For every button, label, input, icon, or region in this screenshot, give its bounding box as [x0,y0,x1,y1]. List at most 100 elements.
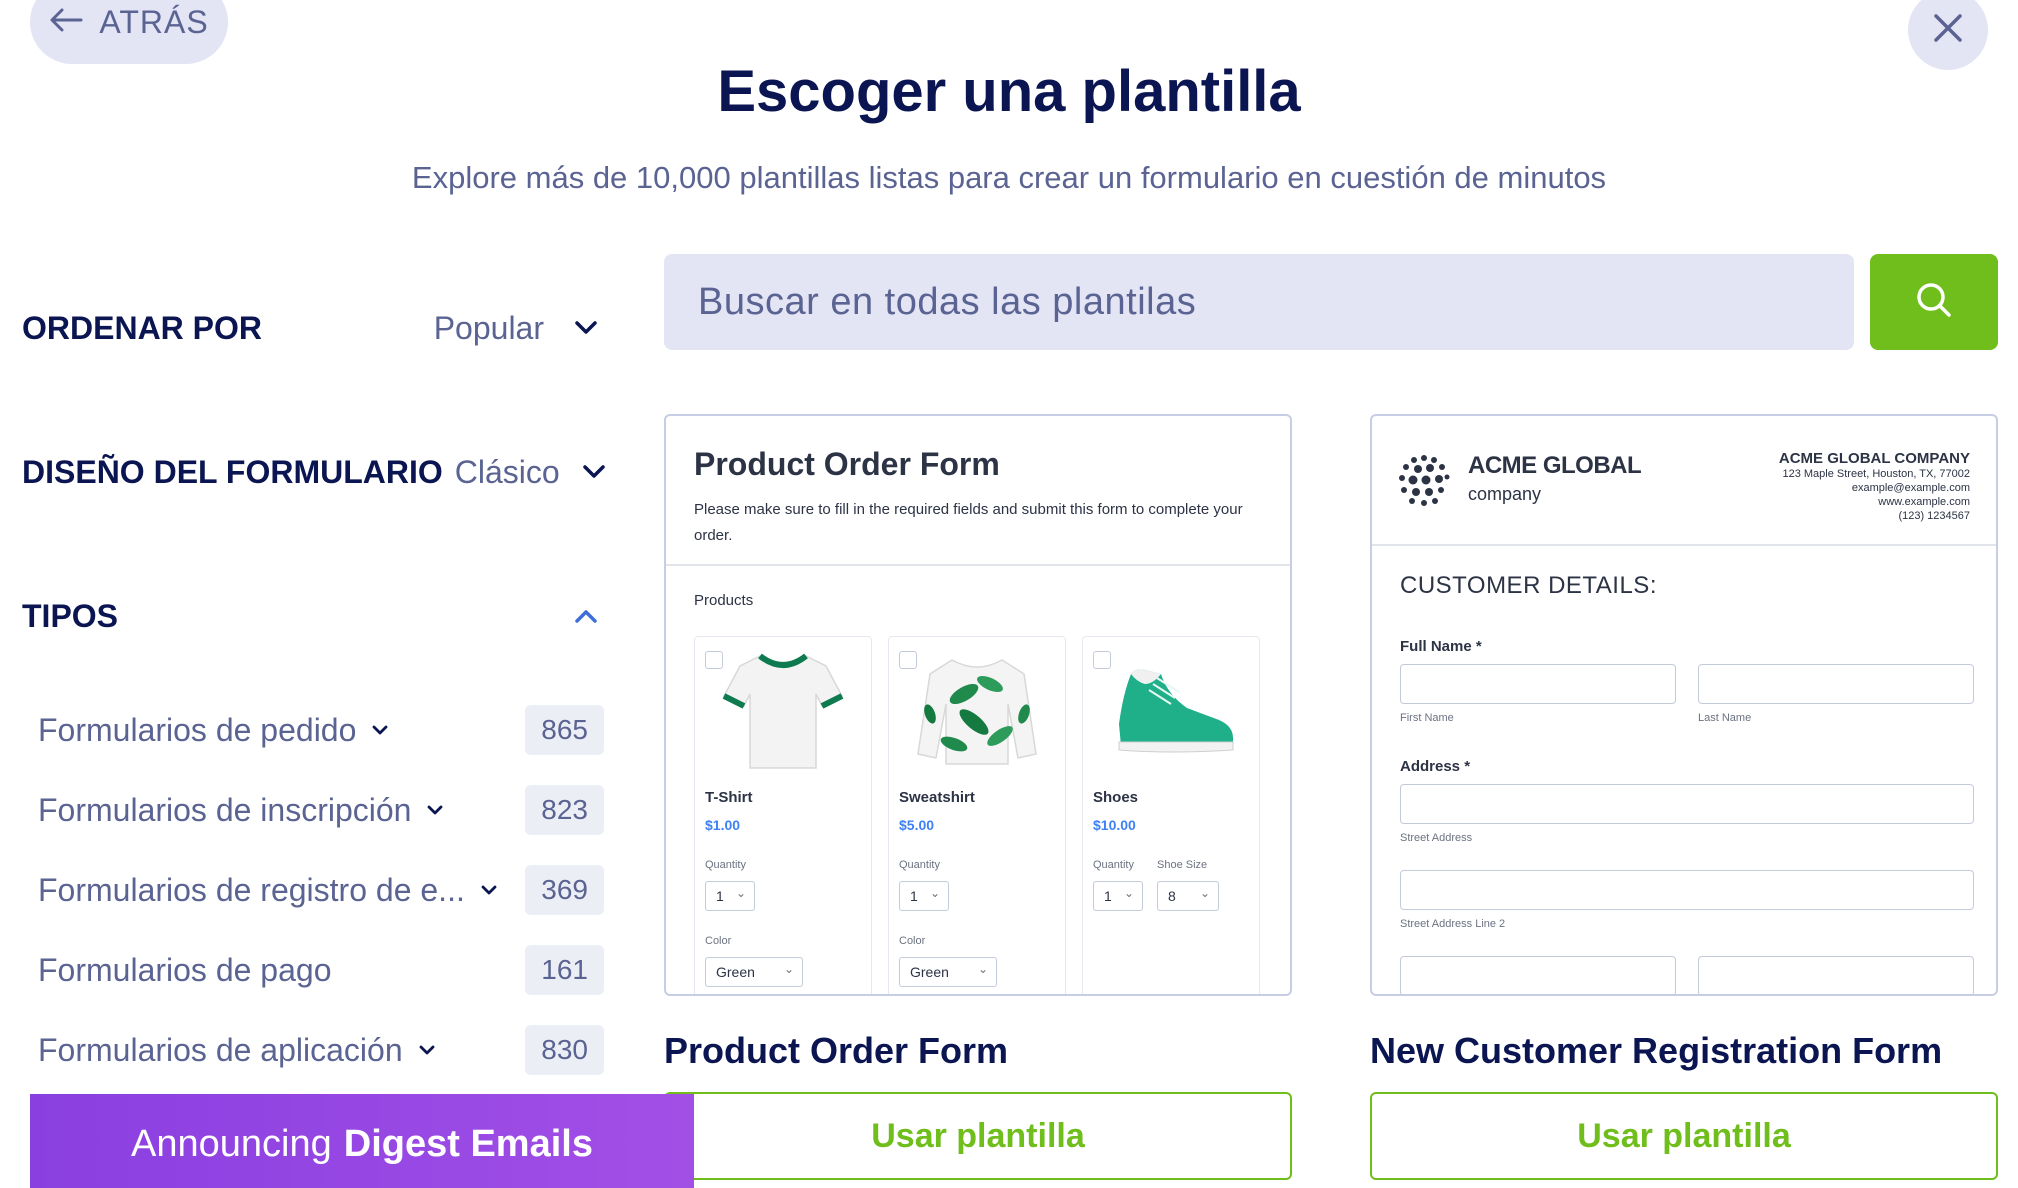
use-template-button[interactable]: Usar plantilla [1370,1092,1998,1180]
preview-description: Please make sure to fill in the required… [694,501,1243,544]
quantity-select: 1 ⌄ [1093,881,1143,911]
size-select: 8 ⌄ [1157,881,1219,911]
size-value: 8 [1168,888,1176,904]
product-name: Shoes [1093,789,1139,806]
search-button[interactable] [1870,254,1998,350]
types-filter[interactable]: TIPOS [22,586,606,646]
quantity-select: 1 ⌄ [705,881,755,911]
chevron-down-icon: ⌄ [977,962,988,976]
street-address-field [1400,784,1974,824]
section-heading: CUSTOMER DETAILS: [1400,572,1657,599]
chevron-down-icon [582,452,606,492]
type-item-inscripcion[interactable]: Formularios de inscripción 823 [38,784,604,836]
product-name: T-Shirt [705,789,753,806]
company-name: ACME GLOBAL COMPANY [1778,450,1970,467]
search-icon [1914,280,1954,325]
preview-title: Product Order Form [694,446,1000,482]
type-count: 823 [525,785,604,835]
company-phone: (123) 1234567 [1898,510,1970,522]
template-preview-customer-registration[interactable]: ACME GLOBAL company ACME GLOBAL COMPANY … [1370,414,1998,996]
size-label: Shoe Size [1157,859,1208,871]
logo-text: ACME GLOBAL [1468,452,1642,479]
use-template-button[interactable]: Usar plantilla [664,1092,1292,1180]
chevron-down-icon[interactable] [413,1036,441,1064]
type-count: 369 [525,865,604,915]
quantity-value: 1 [1104,888,1112,904]
type-label: Formularios de registro de e... [38,871,465,908]
type-item-registro[interactable]: Formularios de registro de e... 369 [38,864,604,916]
last-name-field [1698,664,1974,704]
sort-label: ORDENAR POR [22,309,263,346]
company-address: 123 Maple Street, Houston, TX, 77002 [1782,468,1970,480]
type-item-pedido[interactable]: Formularios de pedido 865 [38,704,604,756]
color-value: Green [716,964,755,980]
color-select: Green ⌄ [899,957,997,987]
page-subtitle: Explore más de 10,000 plantillas listas … [411,160,1607,195]
logo-subtext: company [1468,484,1542,504]
product-price: $1.00 [705,817,741,833]
company-web: www.example.com [1878,496,1970,508]
product-price: $10.00 [1093,817,1136,833]
full-name-label: Full Name * [1400,638,1482,655]
product-checkbox [705,651,723,669]
product-item-shoes: Shoes $10.00 Quantity Shoe Size 1 ⌄ 8 ⌄ [1082,636,1260,994]
product-checkbox [1093,651,1111,669]
chevron-up-icon [566,596,606,636]
full-name-text: Full Name [1400,638,1472,655]
template-preview-product-order[interactable]: Product Order Form Please make sure to f… [664,414,1292,996]
chevron-down-icon: ⌄ [1199,886,1210,900]
page-title: Escoger una plantilla [717,59,1301,124]
sort-value: Popular [433,309,544,346]
announcement-prefix: Announcing [131,1122,332,1165]
quantity-label: Quantity [899,859,940,871]
company-email: example@example.com [1851,482,1970,494]
preview-header: ACME GLOBAL company ACME GLOBAL COMPANY … [1372,416,1996,546]
back-button[interactable]: ATRÁS [30,0,228,64]
type-item-pago[interactable]: Formularios de pago 161 [38,944,604,996]
product-price: $5.00 [899,817,935,833]
type-label: Formularios de pago [38,951,332,988]
close-icon [1932,12,1964,49]
type-count: 161 [525,945,604,995]
quantity-label: Quantity [705,859,746,871]
chevron-down-icon: ⌄ [929,886,940,900]
street-address-2-field [1400,870,1974,910]
chevron-down-icon: ⌄ [1123,886,1134,900]
state-field [1698,956,1974,994]
chevron-down-icon[interactable] [421,796,449,824]
back-label: ATRÁS [99,3,209,40]
product-checkbox [899,651,917,669]
design-label: DISEÑO DEL FORMULARIO [22,453,443,490]
chevron-down-icon[interactable] [475,876,503,904]
quantity-value: 1 [716,888,724,904]
product-item-sweatshirt: Sweatshirt $5.00 Quantity 1 ⌄ Color Green… [888,636,1066,994]
design-filter[interactable]: DISEÑO DEL FORMULARIO Clásico [22,442,606,502]
first-name-sublabel: First Name [1400,712,1454,724]
search-input[interactable] [664,254,1854,350]
first-name-field [1400,664,1676,704]
last-name-sublabel: Last Name [1698,712,1752,724]
type-count: 865 [525,705,604,755]
design-value: Clásico [454,453,560,490]
arrow-left-icon [49,4,83,41]
chevron-down-icon: ⌄ [783,962,794,976]
type-label: Formularios de inscripción [38,791,412,828]
type-label: Formularios de aplicación [38,1031,403,1068]
address-text: Address [1400,758,1461,775]
globe-logo-icon [1396,452,1452,513]
address-label: Address * [1400,758,1471,775]
street-address-2-sublabel: Street Address Line 2 [1400,918,1506,930]
type-item-aplicacion[interactable]: Formularios de aplicación 830 [38,1024,604,1076]
city-field [1400,956,1676,994]
color-select: Green ⌄ [705,957,803,987]
type-label: Formularios de pedido [38,711,357,748]
template-title: New Customer Registration Form [1370,1030,1943,1071]
announcement-banner[interactable]: Announcing Digest Emails [30,1094,694,1188]
products-label: Products [694,592,754,609]
chevron-down-icon[interactable] [366,716,394,744]
types-label: TIPOS [22,597,119,634]
company-info: ACME GLOBAL COMPANY 123 Maple Street, Ho… [1779,450,1970,523]
quantity-select: 1 ⌄ [899,881,949,911]
sort-filter[interactable]: ORDENAR POR Popular [22,298,606,358]
chevron-down-icon [566,308,606,348]
